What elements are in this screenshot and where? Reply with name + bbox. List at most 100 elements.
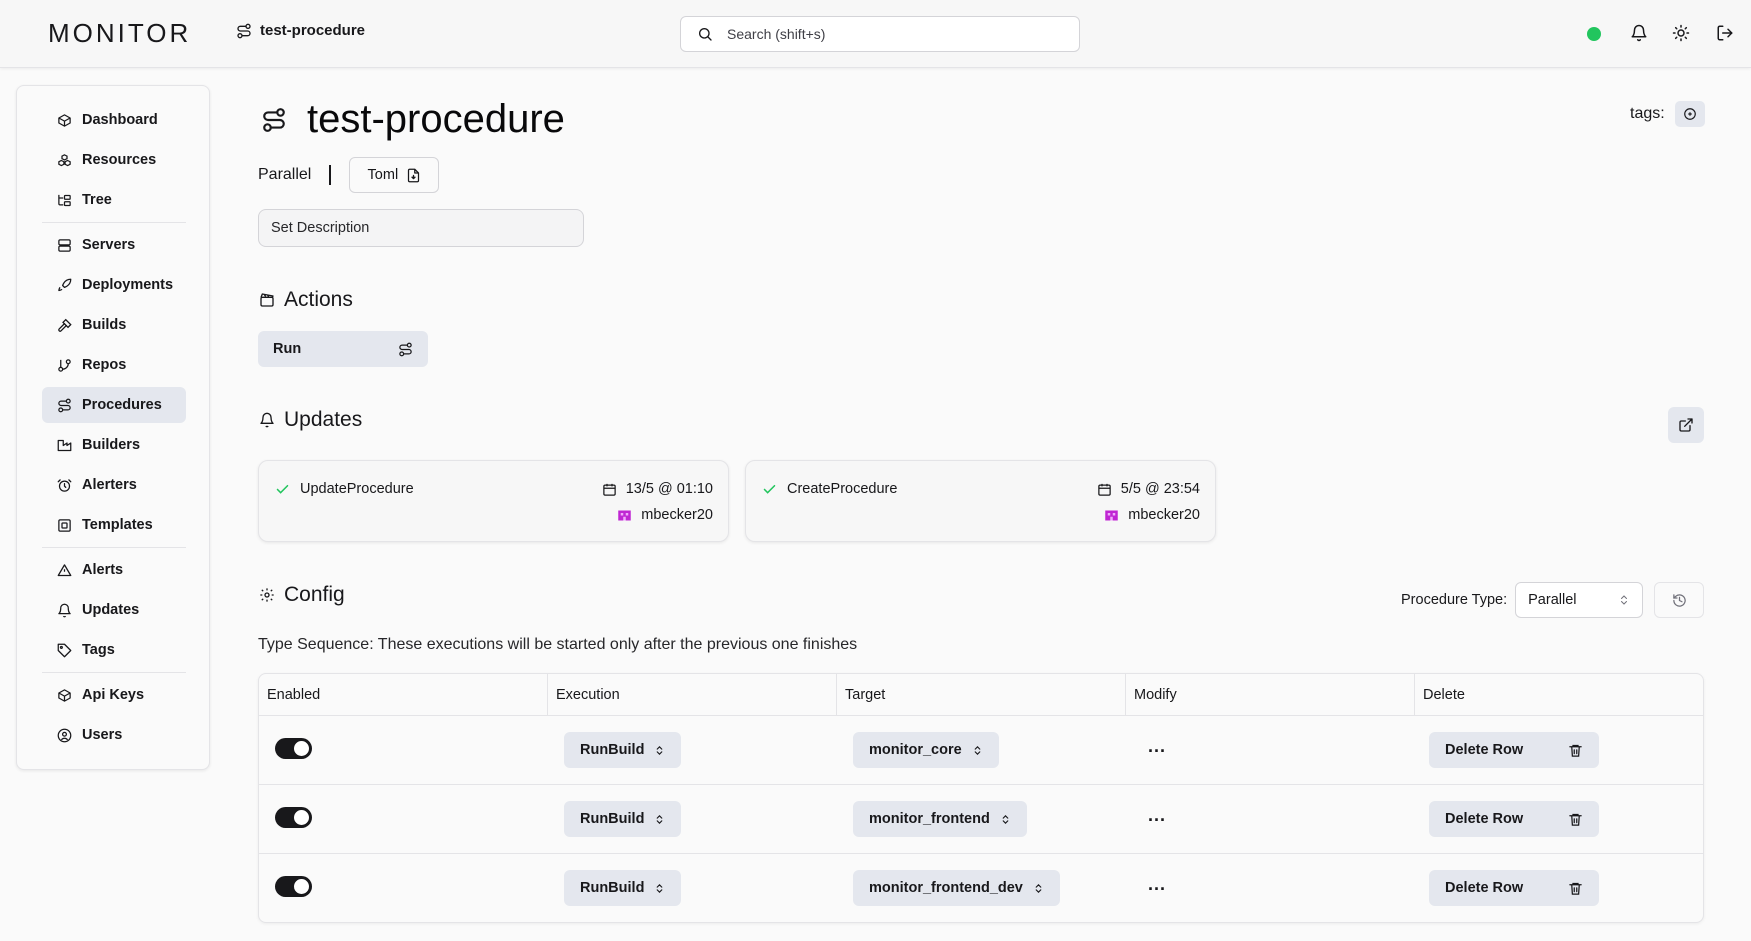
chevrons-up-down-icon xyxy=(654,883,665,894)
sidebar-divider xyxy=(42,547,186,548)
sidebar-item-builders[interactable]: Builders xyxy=(42,427,186,463)
target-select[interactable]: monitor_frontend_dev xyxy=(853,870,1060,906)
search-input[interactable]: Search (shift+s) xyxy=(680,16,1080,52)
column-header-execution: Execution xyxy=(548,674,837,716)
enabled-toggle[interactable] xyxy=(275,807,312,828)
sidebar-item-label: Alerters xyxy=(82,477,137,493)
sidebar: Dashboard Resources Tree Servers Deploym… xyxy=(16,85,210,770)
tags-area: tags: xyxy=(1630,101,1705,127)
column-header-target: Target xyxy=(837,674,1126,716)
sidebar-item-alerters[interactable]: Alerters xyxy=(42,467,186,503)
chevrons-up-down-icon xyxy=(1618,594,1630,606)
route-icon xyxy=(57,398,72,413)
toml-button[interactable]: Toml xyxy=(349,157,440,193)
sidebar-item-templates[interactable]: Templates xyxy=(42,507,186,543)
sidebar-item-label: Builds xyxy=(82,317,127,333)
procedure-type-control: Procedure Type: Parallel xyxy=(1401,582,1644,618)
app-logo[interactable]: MONITOR xyxy=(48,18,191,49)
breadcrumb[interactable]: test-procedure xyxy=(236,22,365,39)
execution-value: RunBuild xyxy=(580,880,645,896)
target-value: monitor_frontend xyxy=(869,811,990,827)
sidebar-item-label: Builders xyxy=(82,437,141,453)
sidebar-item-tags[interactable]: Tags xyxy=(42,632,186,668)
sidebar-item-api-keys[interactable]: Api Keys xyxy=(42,677,186,713)
logout-icon[interactable] xyxy=(1716,24,1734,42)
sidebar-item-label: Tree xyxy=(82,192,112,208)
bell-icon[interactable] xyxy=(1630,24,1648,42)
sidebar-item-tree[interactable]: Tree xyxy=(42,182,186,218)
update-time: 5/5 @ 23:54 xyxy=(1097,481,1200,497)
add-tag-button[interactable] xyxy=(1674,101,1705,127)
procedure-meta: Parallel Toml xyxy=(258,157,440,193)
toml-label: Toml xyxy=(367,167,399,183)
target-select[interactable]: monitor_frontend xyxy=(853,801,1027,837)
check-icon xyxy=(275,482,290,497)
sidebar-item-deployments[interactable]: Deployments xyxy=(42,267,186,303)
delete-row-button[interactable]: Delete Row xyxy=(1429,870,1599,906)
update-card[interactable]: UpdateProcedure 13/5 @ 01:10 mbecker20 xyxy=(258,460,729,542)
breadcrumb-label: test-procedure xyxy=(260,22,366,39)
sidebar-item-label: Dashboard xyxy=(82,112,158,128)
execution-select[interactable]: RunBuild xyxy=(564,801,682,837)
delete-row-label: Delete Row xyxy=(1445,811,1524,827)
sidebar-item-servers[interactable]: Servers xyxy=(42,227,186,263)
chevrons-up-down-icon xyxy=(654,745,665,756)
update-user: mbecker20 xyxy=(1104,507,1200,523)
sidebar-item-resources[interactable]: Resources xyxy=(42,142,186,178)
sidebar-item-dashboard[interactable]: Dashboard xyxy=(42,102,186,138)
table-row: RunBuild monitor_frontend_dev ... Delete… xyxy=(259,854,1703,922)
folder-tree-icon xyxy=(57,193,72,208)
sun-icon[interactable] xyxy=(1672,24,1690,42)
run-button[interactable]: Run xyxy=(258,331,428,367)
procedure-type-select[interactable]: Parallel xyxy=(1515,582,1644,618)
config-title: Config xyxy=(284,583,345,606)
delete-row-label: Delete Row xyxy=(1445,742,1524,758)
trash-icon xyxy=(1568,812,1583,827)
modify-menu-button[interactable]: ... xyxy=(1148,736,1166,757)
alert-triangle-icon xyxy=(57,563,72,578)
actions-title: Actions xyxy=(284,288,353,311)
reset-history-button[interactable] xyxy=(1654,582,1704,618)
update-operation-label: UpdateProcedure xyxy=(300,481,414,497)
update-user: mbecker20 xyxy=(617,507,713,523)
meta-divider xyxy=(329,165,332,185)
sidebar-item-label: Api Keys xyxy=(82,687,145,703)
target-value: monitor_core xyxy=(869,742,962,758)
execution-select[interactable]: RunBuild xyxy=(564,870,682,906)
sidebar-item-users[interactable]: Users xyxy=(42,717,186,753)
sidebar-item-alerts[interactable]: Alerts xyxy=(42,552,186,588)
update-card[interactable]: CreateProcedure 5/5 @ 23:54 mbecker20 xyxy=(745,460,1216,542)
sidebar-item-label: Servers xyxy=(82,237,136,253)
sidebar-item-procedures[interactable]: Procedures xyxy=(42,387,186,423)
sidebar-item-label: Deployments xyxy=(82,277,174,293)
page-title: test-procedure xyxy=(261,97,565,142)
column-header-modify: Modify xyxy=(1126,674,1415,716)
enabled-toggle[interactable] xyxy=(275,876,312,897)
open-updates-button[interactable] xyxy=(1668,407,1704,443)
actions-header: Actions xyxy=(259,288,353,312)
sidebar-item-label: Templates xyxy=(82,517,153,533)
target-select[interactable]: monitor_core xyxy=(853,732,999,768)
execution-select[interactable]: RunBuild xyxy=(564,732,682,768)
chevrons-up-down-icon xyxy=(1033,883,1044,894)
rocket-icon xyxy=(57,278,72,293)
target-value: monitor_frontend_dev xyxy=(869,880,1023,896)
modify-menu-button[interactable]: ... xyxy=(1148,805,1166,826)
sidebar-item-builds[interactable]: Builds xyxy=(42,307,186,343)
enabled-toggle[interactable] xyxy=(275,738,312,759)
table-row: RunBuild monitor_frontend ... Delete Row xyxy=(259,785,1703,854)
sidebar-item-updates[interactable]: Updates xyxy=(42,592,186,628)
bell-icon xyxy=(57,603,72,618)
sidebar-item-repos[interactable]: Repos xyxy=(42,347,186,383)
tag-icon xyxy=(57,643,72,658)
sidebar-item-label: Repos xyxy=(82,357,127,373)
sidebar-divider xyxy=(42,222,186,223)
delete-row-button[interactable]: Delete Row xyxy=(1429,732,1599,768)
modify-menu-button[interactable]: ... xyxy=(1148,874,1166,895)
sidebar-item-label: Procedures xyxy=(82,397,162,413)
route-icon xyxy=(236,23,252,39)
delete-row-button[interactable]: Delete Row xyxy=(1429,801,1599,837)
set-description-button[interactable]: Set Description xyxy=(258,209,584,247)
execution-value: RunBuild xyxy=(580,811,645,827)
user-circle-icon xyxy=(57,728,72,743)
